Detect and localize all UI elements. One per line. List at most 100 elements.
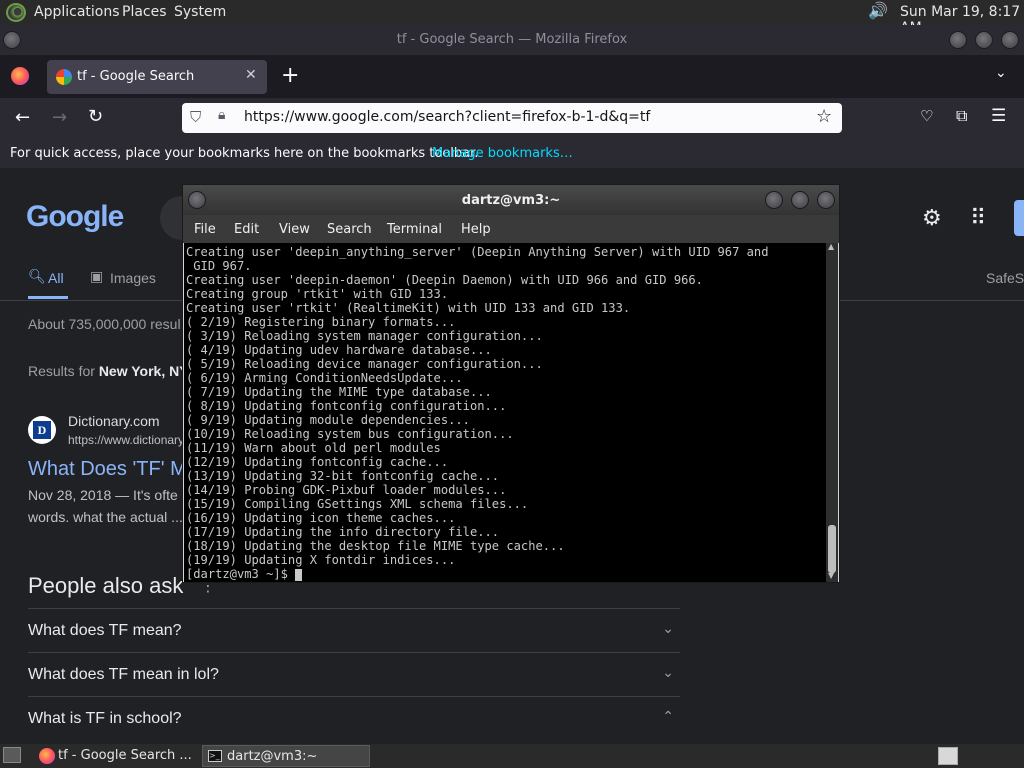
extensions-icon[interactable]: ⧉ (956, 106, 967, 126)
terminal-icon: >_ (208, 750, 222, 762)
manage-bookmarks-link[interactable]: Manage bookmarks… (432, 146, 573, 161)
terminal-close-button[interactable] (817, 191, 835, 209)
navigation-toolbar: ← → ↻ ⛉ 🔒︎ https://www.google.com/search… (0, 98, 1024, 140)
firefox-view-icon[interactable] (11, 67, 29, 85)
menu-edit[interactable]: Edit (234, 222, 259, 237)
tab-images[interactable]: Images (110, 270, 156, 286)
terminal-title: dartz@vm3:~ (461, 193, 561, 208)
result-site-name: Dictionary.com (68, 413, 160, 429)
forward-button-icon[interactable]: → (52, 107, 67, 128)
terminal-line: (18/19) Updating the desktop file MIME t… (186, 539, 565, 553)
terminal-line: ( 3/19) Reloading system manager configu… (186, 329, 543, 343)
new-tab-button[interactable]: + (281, 63, 299, 88)
result-snippet-line1: Nov 28, 2018 — It's ofte (28, 487, 178, 503)
back-button-icon[interactable]: ← (15, 107, 30, 128)
hamburger-menu-icon[interactable]: ☰ (991, 106, 1006, 126)
list-all-tabs-icon[interactable]: ⌄ (995, 65, 1007, 81)
scrollbar-thumb[interactable] (828, 525, 836, 573)
results-for-prefix: Results for (28, 363, 99, 379)
terminal-titlebar[interactable]: dartz@vm3:~ (183, 185, 839, 215)
settings-gear-icon[interactable]: ⚙ (922, 206, 942, 231)
url-text[interactable]: https://www.google.com/search?client=fir… (244, 109, 650, 125)
show-desktop-icon[interactable] (3, 747, 21, 763)
tab-google-search[interactable]: tf - Google Search ✕ (47, 60, 267, 94)
google-apps-grid-icon[interactable]: ⠿ (970, 206, 986, 231)
scroll-up-arrow-icon[interactable]: ▲ (828, 242, 834, 251)
applications-menu[interactable]: Applications (34, 4, 120, 20)
menu-file[interactable]: File (194, 222, 216, 237)
reload-button-icon[interactable]: ↻ (88, 106, 103, 127)
taskbar-item-terminal[interactable]: >_ dartz@vm3:~ (202, 745, 370, 767)
terminal-line: ( 6/19) Arming ConditionNeedsUpdate... (186, 371, 463, 385)
terminal-line: (15/19) Compiling GSettings XML schema f… (186, 497, 529, 511)
sign-in-button[interactable] (1014, 200, 1024, 236)
url-bar[interactable]: ⛉ 🔒︎ https://www.google.com/search?clien… (182, 103, 842, 133)
terminal-minimize-button[interactable] (765, 191, 783, 209)
terminal-line: ( 2/19) Registering binary formats... (186, 315, 456, 329)
scroll-down-arrow-icon[interactable]: ▼ (828, 571, 834, 580)
chevron-up-icon: ⌃ (662, 708, 674, 724)
terminal-line: ( 7/19) Updating the MIME type database.… (186, 385, 492, 399)
terminal-line: [dartz@vm3 ~]$ (186, 567, 824, 581)
dictionary-logo-icon: D (33, 421, 51, 439)
tab-title: tf - Google Search (77, 69, 195, 84)
tracking-protection-shield-icon[interactable]: ⛉ (190, 108, 201, 126)
top-panel: Applications Places System 🔊 Sun Mar 19,… (0, 0, 1024, 36)
pocket-icon[interactable]: ♡ (920, 107, 933, 125)
result-snippet-line2: words. what the actual ... (28, 509, 183, 525)
maximize-button[interactable] (975, 31, 993, 49)
window-title: tf - Google Search — Mozilla Firefox (396, 32, 628, 47)
lock-icon[interactable]: 🔒︎ (218, 107, 225, 123)
workspace-switcher-icon[interactable] (938, 747, 958, 765)
terminal-line: (12/19) Updating fontconfig cache... (186, 455, 449, 469)
menu-search[interactable]: Search (327, 222, 372, 237)
terminal-line: Creating user 'deepin_anything_server' (… (186, 245, 769, 259)
terminal-window[interactable]: dartz@vm3:~ File Edit View Search Termin… (182, 184, 840, 583)
taskbar-item-firefox[interactable]: tf - Google Search ... (34, 745, 200, 767)
tab-all[interactable]: All (48, 270, 64, 286)
terminal-line: Creating user 'rtkit' (RealtimeKit) with… (186, 301, 631, 315)
system-menu[interactable]: System (174, 4, 226, 20)
bookmark-star-icon[interactable]: ☆ (816, 106, 832, 127)
paa-question-text: What does TF mean? (28, 622, 182, 639)
google-logo[interactable]: Google (26, 200, 124, 234)
paa-question-text: What is TF in school? (28, 710, 182, 727)
people-also-ask-heading: People also ask (28, 573, 184, 598)
paa-question-3[interactable]: What is TF in school? ⌃ (28, 696, 680, 740)
terminal-cursor (295, 568, 303, 581)
places-menu[interactable]: Places (122, 4, 167, 20)
result-stats: About 735,000,000 resul (28, 316, 181, 332)
result-site-url: https://www.dictionary (68, 433, 185, 447)
menu-view[interactable]: View (279, 222, 310, 237)
terminal-line: ( 8/19) Updating fontconfig configuratio… (186, 399, 507, 413)
volume-icon[interactable]: 🔊 (868, 1, 888, 20)
results-for-location[interactable]: New York, NY (99, 363, 189, 379)
menu-terminal[interactable]: Terminal (387, 222, 442, 237)
google-favicon-icon (56, 69, 72, 85)
minimize-button[interactable] (949, 31, 967, 49)
close-window-button[interactable] (1001, 31, 1019, 49)
terminal-maximize-button[interactable] (791, 191, 809, 209)
result-title-link[interactable]: What Does 'TF' M (28, 458, 187, 481)
terminal-line: ( 5/19) Reloading device manager configu… (186, 357, 543, 371)
chevron-down-icon: ⌄ (662, 664, 674, 680)
terminal-line: Creating group 'rtkit' with GID 133. (186, 287, 449, 301)
firefox-titlebar[interactable]: tf - Google Search — Mozilla Firefox (0, 25, 1024, 55)
terminal-line: (11/19) Warn about old perl modules (186, 441, 441, 455)
terminal-output[interactable]: Creating user 'deepin_anything_server' (… (184, 243, 826, 582)
paa-question-1[interactable]: What does TF mean? ⌄ (28, 608, 680, 652)
terminal-line: (13/19) Updating 32-bit fontconfig cache… (186, 469, 500, 483)
terminal-line: (17/19) Updating the info directory file… (186, 525, 500, 539)
terminal-line: ( 9/19) Updating module dependencies... (186, 413, 470, 427)
gnome-foot-icon[interactable] (6, 3, 26, 22)
safesearch-button[interactable]: SafeS (986, 270, 1024, 286)
all-tab-icon: 🔍︎ (28, 269, 46, 285)
bookmarks-hint-text: For quick access, place your bookmarks h… (10, 146, 479, 161)
chevron-down-icon: ⌄ (662, 620, 674, 636)
terminal-scrollbar[interactable]: ▲ ▼ (826, 242, 838, 582)
taskbar-item-label: dartz@vm3:~ (227, 749, 318, 764)
google-logo-text: Google (26, 200, 124, 233)
close-tab-icon[interactable]: ✕ (245, 67, 257, 83)
menu-help[interactable]: Help (461, 222, 491, 237)
paa-question-2[interactable]: What does TF mean in lol? ⌄ (28, 652, 680, 696)
